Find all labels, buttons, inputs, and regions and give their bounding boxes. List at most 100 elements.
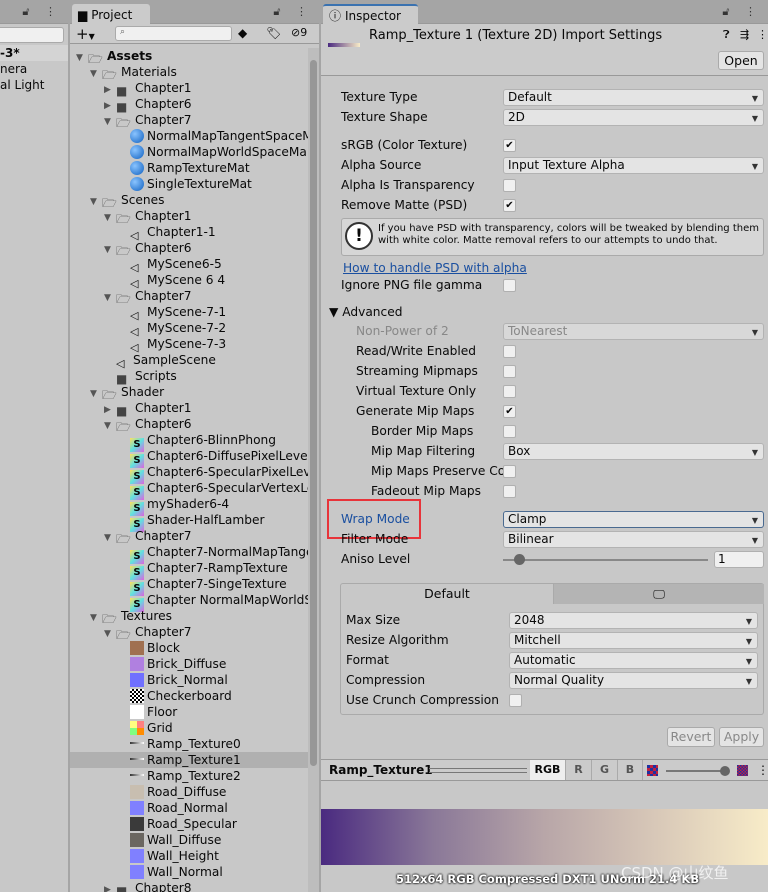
hidden-packages-icon[interactable]: ⊘9 (291, 26, 307, 39)
tree-item[interactable]: Block (70, 640, 308, 656)
tree-item[interactable]: ▼ 🗁︎ Materials (70, 64, 308, 82)
checkbox[interactable]: ✔ (503, 139, 516, 152)
tree-item[interactable]: ▼ 🗁︎ Chapter6 (70, 240, 308, 258)
tree-item[interactable]: ◁ MyScene 6 4 (70, 272, 308, 290)
tree-item[interactable]: SmyShader6-4 (70, 496, 308, 516)
tree-item[interactable]: ▶ ■ Chapter1 (70, 80, 308, 98)
psd-alpha-link[interactable]: How to handle PSD with alpha (343, 260, 527, 276)
mip-slider-thumb[interactable] (720, 766, 730, 776)
tree-item[interactable]: RampTextureMat (70, 160, 308, 176)
dropdown[interactable]: Normal Quality (509, 672, 758, 689)
tree-item[interactable]: ▼ 🗁︎ Chapter7 (70, 288, 308, 306)
tree-item[interactable]: S Chapter6-SpecularVertexLev (70, 480, 308, 500)
tree-item[interactable]: S Chapter6-DiffusePixelLevel (70, 448, 308, 468)
slider-thumb[interactable] (514, 554, 525, 565)
tree-item[interactable]: ▼ 🗁︎ Scenes (70, 192, 308, 210)
tree-item[interactable]: SingleTextureMat (70, 176, 308, 192)
tree-item[interactable]: ◁ Chapter1-1 (70, 224, 308, 242)
checkbox[interactable] (503, 279, 516, 292)
checkbox[interactable]: ✔ (503, 199, 516, 212)
open-button[interactable]: Open (718, 51, 764, 70)
tree-item[interactable]: S Chapter7-SingeTexture (70, 576, 308, 596)
tree-item[interactable]: ◁ MyScene6-5 (70, 256, 308, 274)
tree-item[interactable]: ▼ 🗁︎ Chapter1 (70, 208, 308, 226)
tree-item[interactable]: S Chapter7-NormalMapTange (70, 544, 308, 564)
tree-item[interactable]: S Shader-HalfLamber (70, 512, 308, 532)
aniso-level-input[interactable]: 1 (714, 551, 764, 568)
checkbox[interactable]: ✔ (503, 405, 516, 418)
checkbox[interactable] (509, 694, 522, 707)
hierarchy-search[interactable] (0, 27, 64, 43)
tree-item[interactable]: ▼ 🗁︎ Assets (70, 48, 308, 66)
help-icon[interactable]: ❓︎ (723, 28, 730, 42)
tree-item[interactable]: Ramp_Texture2 (70, 768, 308, 784)
tree-item[interactable]: Brick_Diffuse (70, 656, 308, 672)
tree-item[interactable]: S Chapter6-BlinnPhong (70, 432, 308, 452)
checkbox[interactable] (503, 465, 516, 478)
dropdown[interactable]: Default (503, 89, 764, 106)
channel-r-button[interactable]: R (565, 760, 591, 780)
tree-item[interactable]: ▼ 🗁︎ Chapter6 (70, 416, 308, 434)
search-by-label-icon[interactable]: 🏷︎ (266, 26, 281, 40)
tree-item[interactable]: ◁ MyScene-7-2 (70, 320, 308, 338)
preview-menu-icon[interactable]: ⋮ (757, 763, 768, 777)
tab-inspector[interactable]: ⓘ Inspector (323, 4, 418, 25)
dropdown[interactable]: Input Texture Alpha (503, 157, 764, 174)
tree-item[interactable]: Road_Normal (70, 800, 308, 816)
hierarchy-row[interactable]: al Light (0, 77, 44, 93)
collapsed-arrow-icon[interactable]: ▶ (104, 882, 116, 892)
tree-item[interactable]: ▶ ■ Chapter1 (70, 400, 308, 418)
search-by-type-icon[interactable]: ◆ (238, 26, 247, 40)
tree-item[interactable]: ◁ MyScene-7-3 (70, 336, 308, 354)
tree-item[interactable]: ◁ SampleScene (70, 352, 308, 370)
hierarchy-scene-row[interactable]: -3* (0, 45, 68, 61)
tree-item[interactable]: Floor (70, 704, 308, 720)
menu-icon[interactable]: ⋮ (757, 28, 768, 41)
lock-icon[interactable]: 🔓︎ ⋮ (722, 5, 762, 19)
tree-item[interactable]: ▶ ■ Chapter6 (70, 96, 308, 114)
channel-b-button[interactable]: B (617, 760, 643, 780)
tree-item[interactable]: Ramp_Texture1 (70, 752, 308, 768)
tree-item[interactable]: Wall_Normal (70, 864, 308, 880)
checkbox[interactable] (503, 425, 516, 438)
tree-item[interactable]: Brick_Normal (70, 672, 308, 688)
scrollbar-thumb[interactable] (310, 60, 317, 766)
tree-item[interactable]: ▼ 🗁︎ Shader (70, 384, 308, 402)
tree-item[interactable]: Road_Diffuse (70, 784, 308, 800)
dropdown[interactable]: Bilinear (503, 531, 764, 548)
tree-item[interactable]: NormalMapTangentSpaceM (70, 128, 308, 144)
checkbox[interactable] (503, 485, 516, 498)
channel-rgb-button[interactable]: RGB (530, 760, 565, 780)
checkbox[interactable] (503, 179, 516, 192)
tree-item[interactable]: Checkerboard (70, 688, 308, 704)
dropdown[interactable]: ToNearest (503, 323, 764, 340)
checkbox[interactable] (503, 385, 516, 398)
preview-drag-handle[interactable] (429, 768, 527, 773)
tree-item[interactable]: ▼ 🗁︎ Textures (70, 608, 308, 626)
checkbox[interactable] (503, 345, 516, 358)
lock-icon[interactable]: 🔓︎ ⋮ (22, 5, 62, 19)
checkbox[interactable] (503, 365, 516, 378)
apply-button[interactable]: Apply (719, 727, 764, 747)
lock-icon[interactable]: 🔓︎ ⋮ (273, 5, 313, 19)
tab-default[interactable]: Default (341, 584, 553, 604)
hierarchy-row[interactable]: nera (0, 61, 27, 77)
tree-item[interactable]: Road_Specular (70, 816, 308, 832)
channel-g-button[interactable]: G (591, 760, 617, 780)
project-scrollbar[interactable] (308, 48, 319, 892)
tree-item[interactable]: Wall_Diffuse (70, 832, 308, 848)
tree-item[interactable]: NormalMapWorldSpaceMa (70, 144, 308, 160)
tree-item[interactable]: ▶ ■ Chapter8 (70, 880, 308, 892)
tree-item[interactable]: Grid (70, 720, 308, 736)
tree-item[interactable]: S Chapter NormalMapWorldS (70, 592, 308, 612)
tree-item[interactable]: Wall_Height (70, 848, 308, 864)
create-button[interactable]: +▼ (76, 25, 95, 43)
dropdown[interactable]: Automatic (509, 652, 758, 669)
tree-item[interactable]: ◁ MyScene-7-1 (70, 304, 308, 322)
dropdown[interactable]: Clamp (503, 511, 764, 528)
tree-item[interactable]: ▼ 🗁︎ Chapter7 (70, 528, 308, 546)
tree-item[interactable]: ▼ 🗁︎ Chapter7 (70, 112, 308, 130)
dropdown[interactable]: Mitchell (509, 632, 758, 649)
tree-item[interactable]: ▼ 🗁︎ Chapter7 (70, 624, 308, 642)
mip-slider[interactable] (666, 766, 730, 776)
